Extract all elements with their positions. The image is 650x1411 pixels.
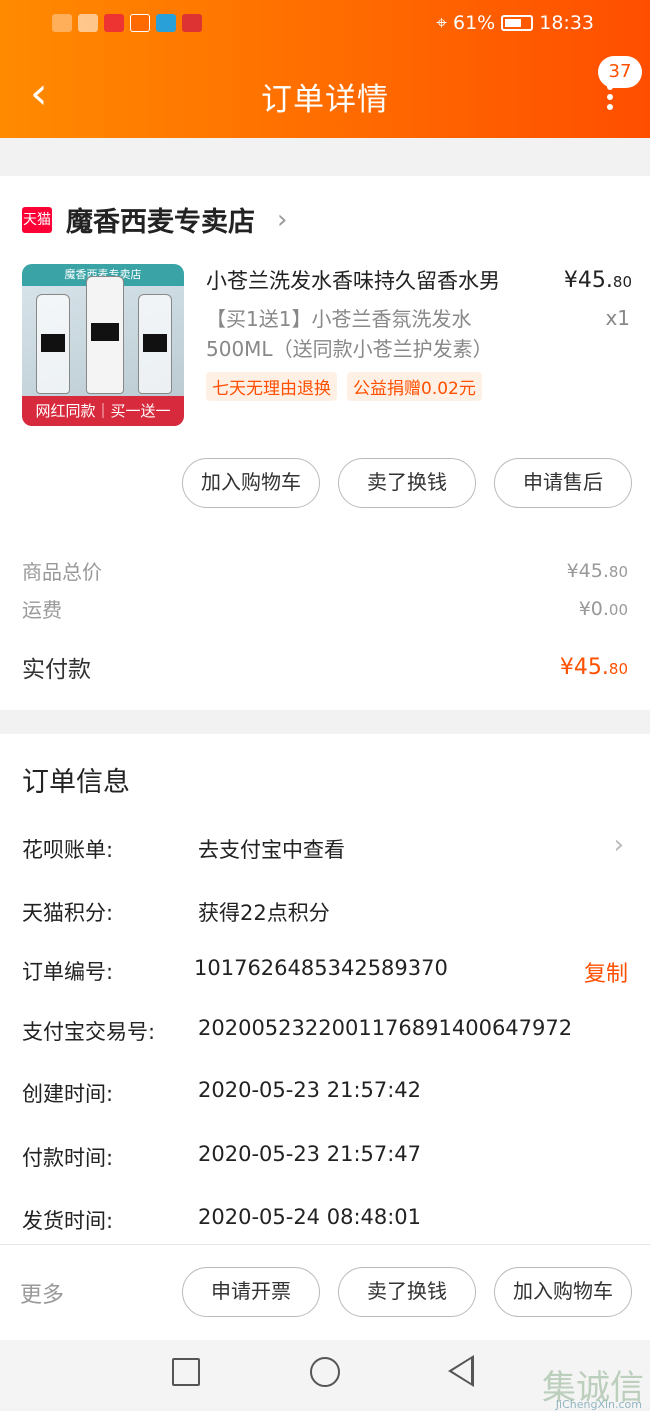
order-item-card: 天猫 魔香西麦专卖店 › 魔香西麦专卖店 网红同款｜买一送一 小苍兰洗发水香味持…	[0, 176, 650, 710]
product-price: ¥45.80	[563, 268, 632, 293]
status-icons-left	[52, 14, 202, 32]
product-sku: 【买1送1】小苍兰香氛洗发水500ML（送同款小苍兰护发素）	[206, 307, 493, 361]
paid-total-row: 实付款 ¥45.80	[22, 654, 628, 684]
system-nav-bar: 集诚信 JiChengXin.com	[0, 1340, 650, 1411]
wifi-icon	[78, 14, 98, 32]
status-icons-right: ⌖ 61% 18:33	[436, 12, 594, 34]
location-icon: ⌖	[436, 12, 447, 34]
bottle-graphic	[36, 294, 70, 394]
battery-percent: 61%	[453, 12, 496, 34]
created-time-row: 创建时间: 2020-05-23 21:57:42	[22, 1078, 422, 1106]
status-time: 18:33	[539, 12, 594, 34]
shipped-time-row: 发货时间: 2020-05-24 08:48:01	[22, 1205, 422, 1233]
alipay-trade-number-row: 支付宝交易号: 2020052322001176891400647972	[22, 1016, 573, 1044]
home-button[interactable]	[310, 1357, 340, 1387]
taobao-notification-icon	[130, 14, 150, 32]
shop-link[interactable]: 天猫 魔香西麦专卖店 ›	[22, 200, 287, 239]
return-policy-tag: 七天无理由退换	[206, 372, 337, 401]
book-notification-icon	[156, 14, 176, 32]
huawei-notification-icon	[182, 14, 202, 32]
chevron-right-icon: ›	[277, 204, 288, 235]
bottom-actions: 申请开票 卖了换钱 加入购物车	[182, 1267, 632, 1317]
copy-order-number-button[interactable]: 复制	[584, 956, 628, 988]
more-dots-icon	[607, 84, 613, 90]
recent-apps-button[interactable]	[172, 1358, 200, 1386]
product-image[interactable]: 魔香西麦专卖店 网红同款｜买一送一	[22, 264, 184, 426]
battery-icon	[501, 15, 534, 31]
product-quantity: x1	[605, 306, 630, 330]
paid-time-row: 付款时间: 2020-05-23 21:57:47	[22, 1142, 422, 1170]
huabei-bill-row[interactable]: 花呗账单: 去支付宝中查看 ›	[22, 830, 628, 870]
more-actions-button[interactable]: 更多	[20, 1277, 64, 1309]
charity-tag: 公益捐赠0.02元	[347, 372, 482, 401]
product-title[interactable]: 小苍兰洗发水香味持久留香水男	[206, 266, 546, 296]
resell-button[interactable]: 卖了换钱	[338, 458, 476, 508]
product-image-promo-text: 网红同款｜买一送一	[22, 396, 184, 426]
system-back-button[interactable]	[448, 1355, 474, 1387]
service-tags: 七天无理由退换 公益捐赠0.02元	[206, 372, 482, 401]
order-number-row: 订单编号: 1017626485342589370 复制	[22, 956, 628, 988]
tmall-points-row: 天猫积分: 获得22点积分	[22, 901, 330, 925]
shipping-row: 运费 ¥0.00	[22, 597, 628, 623]
bottle-graphic	[86, 276, 124, 394]
chevron-right-icon: ›	[613, 830, 624, 860]
app-notification-icon	[104, 14, 124, 32]
item-actions: 加入购物车 卖了换钱 申请售后	[182, 458, 632, 508]
add-to-cart-button[interactable]: 加入购物车	[494, 1267, 632, 1317]
shop-name: 魔香西麦专卖店	[66, 207, 255, 238]
watermark-url: JiChengXin.com	[555, 1398, 642, 1411]
more-menu-button[interactable]	[602, 84, 618, 114]
add-to-cart-button[interactable]: 加入购物车	[182, 458, 320, 508]
page-title: 订单详情	[261, 82, 389, 118]
resell-button[interactable]: 卖了换钱	[338, 1267, 476, 1317]
signal-icon	[52, 14, 72, 32]
bottle-graphic	[138, 294, 172, 394]
after-sales-button[interactable]: 申请售后	[494, 458, 632, 508]
app-header: ⌖ 61% 18:33 ‹ 订单详情 37	[0, 0, 650, 138]
order-info-title: 订单信息	[22, 767, 130, 798]
goods-total-row: 商品总价 ¥45.80	[22, 559, 628, 585]
tmall-logo-icon: 天猫	[22, 206, 52, 233]
status-bar: ⌖ 61% 18:33	[0, 10, 650, 42]
request-invoice-button[interactable]: 申请开票	[182, 1267, 320, 1317]
bottom-action-bar: 更多 申请开票 卖了换钱 加入购物车	[0, 1244, 650, 1340]
